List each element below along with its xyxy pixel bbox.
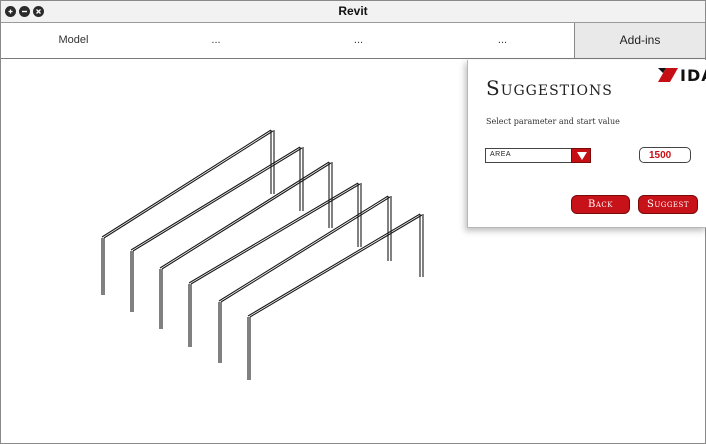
start-value-text: 1500 (649, 150, 672, 161)
instruction-text: Select parameter and start value (486, 117, 620, 126)
tab-placeholder-3[interactable]: ... (431, 23, 574, 58)
portal-frame-6 (247, 213, 424, 380)
app-window: Revit Model ... ... ... Add-ins ID Sugge… (0, 0, 706, 444)
tab-add-ins[interactable]: Add-ins (574, 23, 705, 58)
portal-frame-4 (188, 182, 362, 347)
portal-frames (101, 129, 424, 380)
parameter-select-value: AREA (490, 151, 512, 158)
start-value-input[interactable]: 1500 (639, 147, 691, 163)
dropdown-button[interactable] (571, 148, 591, 163)
panel-title: Suggestions (486, 76, 613, 100)
tab-placeholder-1[interactable]: ... (146, 23, 286, 58)
parameter-select[interactable]: AREA (485, 148, 591, 163)
tab-placeholder-2[interactable]: ... (286, 23, 431, 58)
ribbon-tabs: Model ... ... ... Add-ins (1, 23, 705, 59)
title-bar: Revit (1, 1, 705, 23)
window-title: Revit (338, 4, 368, 18)
tab-model[interactable]: Model (1, 23, 146, 58)
suggest-button[interactable]: Suggest (638, 195, 698, 214)
portal-frame-5 (218, 195, 392, 363)
portal-frame-3 (159, 161, 333, 329)
back-button[interactable]: Back (571, 195, 630, 214)
logo-text: IDA (680, 66, 706, 85)
triangle-down-icon (577, 152, 587, 160)
suggestions-panel: IDA Suggestions Select parameter and sta… (467, 60, 706, 228)
portal-frame-2 (130, 146, 304, 312)
